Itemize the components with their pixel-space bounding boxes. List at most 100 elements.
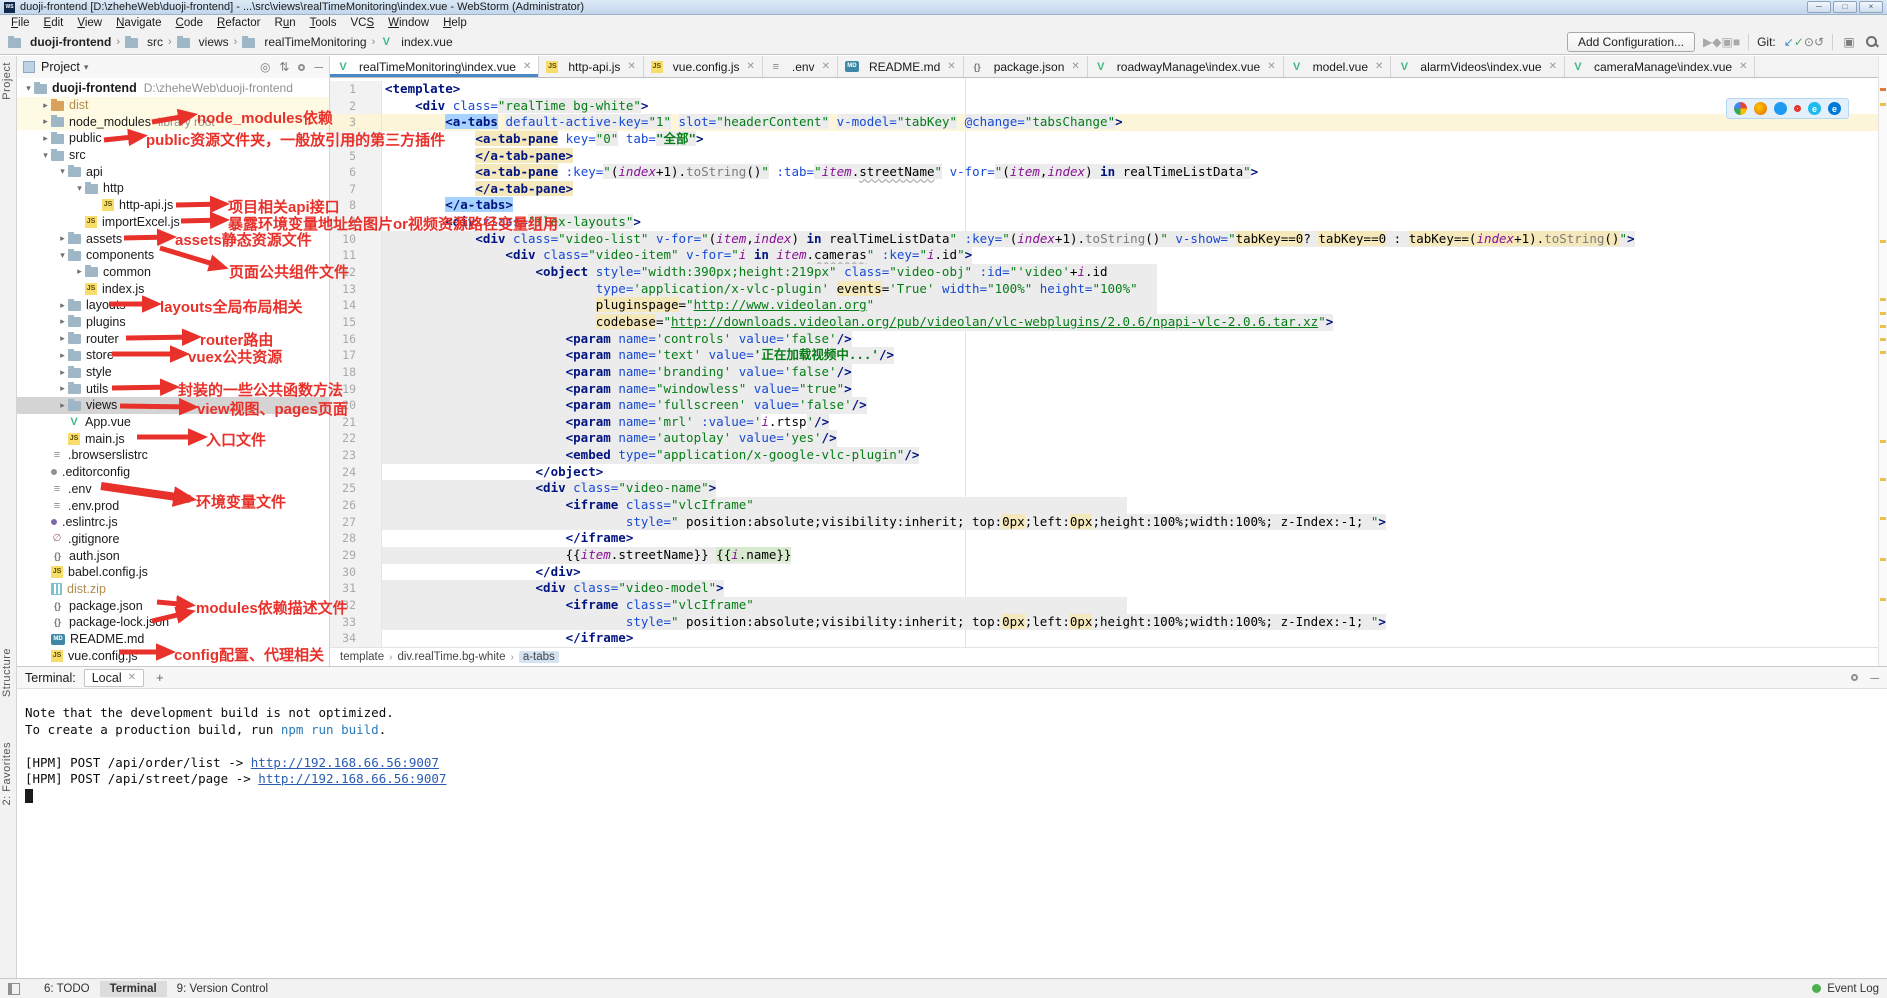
stripe-mark[interactable]: [1880, 440, 1886, 443]
tree-item-vue.config.js[interactable]: JSvue.config.js: [17, 647, 329, 664]
minimize-button[interactable]: ─: [1807, 1, 1831, 13]
tree-item-.env.prod[interactable]: ≡.env.prod: [17, 497, 329, 514]
stripe-mark[interactable]: [1880, 325, 1886, 328]
settings-gear-icon[interactable]: [298, 64, 305, 71]
collapse-all-icon[interactable]: ⇅: [279, 60, 289, 74]
terminal-tab-local[interactable]: Local ✕: [84, 669, 144, 687]
tree-item-layouts[interactable]: ▸layouts: [17, 297, 329, 314]
tree-item-node_modules[interactable]: ▸node_moduleslibrary root: [17, 113, 329, 130]
close-icon[interactable]: ✕: [627, 61, 635, 72]
terminal-output[interactable]: Note that the development build is not o…: [17, 689, 1887, 978]
menu-help[interactable]: Help: [436, 17, 474, 29]
editor-tab-README.md[interactable]: MDREADME.md✕: [838, 56, 964, 77]
stripe-mark[interactable]: [1880, 478, 1886, 481]
chrome-browser-icon[interactable]: [1734, 102, 1747, 115]
stripe-mark[interactable]: [1880, 88, 1886, 91]
locate-file-icon[interactable]: ◎: [260, 60, 270, 74]
tree-item-utils[interactable]: ▸utils: [17, 380, 329, 397]
menu-code[interactable]: Code: [169, 17, 211, 29]
tree-item-babel.config.js[interactable]: JSbabel.config.js: [17, 564, 329, 581]
firefox-browser-icon[interactable]: [1754, 102, 1767, 115]
menu-edit[interactable]: Edit: [37, 17, 71, 29]
chevron-down-icon[interactable]: ▾: [74, 183, 85, 194]
tree-item-package.json[interactable]: {}package.json: [17, 597, 329, 614]
chevron-right-icon[interactable]: ▸: [40, 133, 51, 144]
close-icon[interactable]: ✕: [1549, 61, 1557, 72]
chevron-right-icon[interactable]: ▸: [57, 383, 68, 394]
search-everywhere-icon[interactable]: [1865, 35, 1879, 49]
editor-tab-package.json[interactable]: {}package.json✕: [964, 56, 1088, 77]
breadcrumb-item-src[interactable]: src: [125, 35, 163, 49]
tree-item-package-lock.json[interactable]: {}package-lock.json: [17, 614, 329, 631]
git-commit-icon[interactable]: ✓: [1794, 35, 1804, 49]
menu-window[interactable]: Window: [381, 17, 436, 29]
tree-item-src[interactable]: ▾src: [17, 147, 329, 164]
breadcrumb-item-duoji-frontend[interactable]: duoji-frontend: [8, 35, 111, 49]
tree-item-public[interactable]: ▸public: [17, 130, 329, 147]
new-terminal-session-button[interactable]: +: [152, 670, 168, 685]
tree-item-importExcel.js[interactable]: JSimportExcel.js: [17, 214, 329, 231]
editor-tab-alarmVideos-index.vue[interactable]: ValarmVideos\index.vue✕: [1391, 56, 1565, 77]
chevron-right-icon[interactable]: ▸: [57, 233, 68, 244]
stripe-mark[interactable]: [1880, 598, 1886, 601]
stripe-mark[interactable]: [1880, 240, 1886, 243]
editor-tab-realTimeMonitoring-index.vue[interactable]: VrealTimeMonitoring\index.vue✕: [330, 56, 539, 77]
run-icon[interactable]: ▶: [1703, 35, 1712, 49]
maximize-button[interactable]: □: [1833, 1, 1857, 13]
tree-item-main.js[interactable]: JSmain.js: [17, 430, 329, 447]
tool-window-toggle-icon[interactable]: [8, 983, 20, 995]
stripe-mark[interactable]: [1880, 351, 1886, 354]
tool-window-project-button[interactable]: Project: [1, 62, 13, 100]
chevron-right-icon[interactable]: ▸: [57, 400, 68, 411]
stripe-mark[interactable]: [1880, 312, 1886, 315]
tool-window-favorites-button[interactable]: 2: Favorites: [1, 742, 13, 805]
tree-item-App.vue[interactable]: VApp.vue: [17, 414, 329, 431]
tree-item-http-api.js[interactable]: JShttp-api.js: [17, 197, 329, 214]
menu-view[interactable]: View: [70, 17, 109, 29]
coverage-icon[interactable]: ▣: [1721, 35, 1732, 49]
tool-window-structure-button[interactable]: Structure: [1, 648, 13, 697]
tree-item-style[interactable]: ▸style: [17, 364, 329, 381]
close-icon[interactable]: ✕: [1267, 61, 1275, 72]
breadcrumb-item-realTimeMonitoring[interactable]: realTimeMonitoring: [242, 35, 366, 49]
tree-item-assets[interactable]: ▸assets: [17, 230, 329, 247]
editor-tab-vue.config.js[interactable]: JSvue.config.js✕: [644, 56, 763, 77]
menu-vcs[interactable]: VCS: [343, 17, 381, 29]
tree-item-common[interactable]: ▸common: [17, 264, 329, 281]
chevron-right-icon[interactable]: ▸: [57, 333, 68, 344]
editor-breadcrumb-div.realTime.bg-white[interactable]: div.realTime.bg-white: [397, 651, 505, 663]
tree-item-views[interactable]: ▸views: [17, 397, 329, 414]
stripe-mark[interactable]: [1880, 298, 1886, 301]
breadcrumb-item-views[interactable]: views: [177, 35, 229, 49]
tree-item-.browserslistrc[interactable]: ≡.browserslistrc: [17, 447, 329, 464]
chevron-right-icon[interactable]: ▸: [74, 266, 85, 277]
stripe-mark[interactable]: [1880, 338, 1886, 341]
statusbar-terminal[interactable]: Terminal: [100, 981, 167, 997]
git-history-icon[interactable]: ⊙: [1804, 35, 1814, 49]
tree-item-README.md[interactable]: MDREADME.md: [17, 631, 329, 648]
stripe-mark[interactable]: [1880, 517, 1886, 520]
close-icon[interactable]: ✕: [822, 61, 830, 72]
chevron-right-icon[interactable]: ▸: [40, 100, 51, 111]
safari-browser-icon[interactable]: [1774, 102, 1787, 115]
chevron-down-icon[interactable]: ▾: [23, 83, 34, 94]
tree-item-dist.zip[interactable]: dist.zip: [17, 581, 329, 598]
chevron-right-icon[interactable]: ▸: [40, 116, 51, 127]
editor-tab-http-api.js[interactable]: JShttp-api.js✕: [539, 56, 643, 77]
tree-item-plugins[interactable]: ▸plugins: [17, 314, 329, 331]
statusbar-6-todo[interactable]: 6: TODO: [34, 981, 100, 997]
tree-item-.editorconfig[interactable]: .editorconfig: [17, 464, 329, 481]
menu-navigate[interactable]: Navigate: [109, 17, 168, 29]
chevron-down-icon[interactable]: ▾: [84, 62, 89, 73]
editor-tab-.env[interactable]: ≡.env✕: [763, 56, 838, 77]
chevron-right-icon[interactable]: ▸: [57, 300, 68, 311]
editor-tab-cameraManage-index.vue[interactable]: VcameraManage\index.vue✕: [1565, 56, 1755, 77]
close-icon[interactable]: ✕: [1375, 61, 1383, 72]
close-icon[interactable]: ✕: [1739, 61, 1747, 72]
stripe-mark[interactable]: [1880, 558, 1886, 561]
menu-file[interactable]: File: [4, 17, 37, 29]
stripe-mark[interactable]: [1880, 103, 1886, 106]
ie-browser-icon[interactable]: e: [1808, 102, 1821, 115]
close-icon[interactable]: ✕: [746, 61, 754, 72]
statusbar-9-version-control[interactable]: 9: Version Control: [167, 981, 278, 997]
